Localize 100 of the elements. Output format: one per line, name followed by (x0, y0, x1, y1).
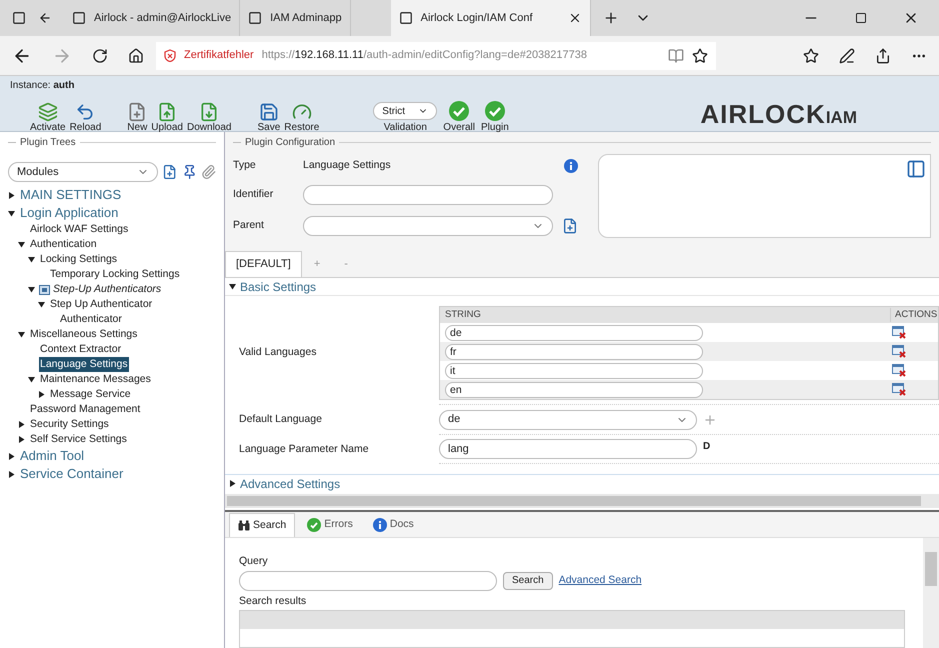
expanded-arrow-icon[interactable] (28, 376, 35, 383)
maximize-icon[interactable] (855, 12, 867, 24)
status-label: Plugin (480, 122, 509, 134)
delete-row-icon[interactable] (892, 364, 906, 377)
tree-item[interactable]: Airlock WAF Settings (29, 222, 130, 237)
tree-item[interactable]: Authenticator (59, 312, 123, 327)
delete-row-icon[interactable] (892, 383, 906, 396)
add-icon[interactable] (562, 218, 578, 234)
tree-item[interactable]: Password Management (29, 402, 142, 417)
tree-item[interactable]: Language Settings (39, 357, 129, 372)
browser-tab[interactable]: Airlock Login/IAM Conf (390, 0, 591, 36)
field-label: Query (239, 554, 269, 569)
language-field[interactable]: it (445, 362, 703, 378)
pen-icon[interactable] (839, 48, 855, 64)
pin-icon[interactable] (182, 164, 197, 180)
expanded-arrow-icon[interactable] (18, 241, 25, 248)
shield-warning-icon (164, 49, 176, 62)
bottom-tab[interactable]: Docs (364, 513, 422, 537)
new-file-icon (127, 102, 148, 122)
expanded-arrow-icon[interactable] (28, 256, 35, 263)
expanded-arrow-icon[interactable] (229, 283, 236, 290)
expanded-arrow-icon[interactable] (18, 331, 25, 338)
language-field[interactable]: fr (445, 344, 703, 360)
language-field[interactable]: de (445, 324, 703, 340)
collapsed-arrow-icon[interactable] (229, 480, 236, 487)
collapsed-arrow-icon[interactable] (8, 192, 15, 198)
panel-title: Plugin Trees (20, 136, 76, 150)
bottom-tab[interactable]: Search (229, 513, 296, 537)
collapsed-arrow-icon[interactable] (8, 470, 15, 478)
toolbar-button[interactable]: Reload (68, 102, 104, 134)
reload-icon (75, 102, 96, 122)
tree-item[interactable]: Self Service Settings (29, 432, 128, 447)
collapsed-arrow-icon[interactable] (8, 452, 15, 460)
info-icon[interactable] (564, 159, 578, 174)
field-label: Valid Languages (239, 345, 318, 360)
tree-item[interactable]: Admin Tool (19, 447, 86, 465)
collapsed-arrow-icon[interactable] (18, 421, 25, 428)
home-icon[interactable] (128, 48, 144, 64)
tree-item[interactable]: MAIN SETTINGS (19, 186, 122, 204)
add-icon[interactable] (162, 164, 178, 180)
tree-item[interactable]: Temporary Locking Settings (49, 267, 181, 282)
binoculars-icon (238, 520, 250, 531)
section-title[interactable]: Advanced Settings (240, 474, 340, 492)
toolbar-button[interactable]: Save (255, 102, 282, 134)
query-field[interactable] (239, 570, 497, 591)
default-marker: D (703, 440, 710, 454)
parameter-field[interactable]: lang (439, 439, 697, 459)
config-tab[interactable]: [DEFAULT] (225, 251, 302, 277)
validation-label: Validation (384, 122, 427, 134)
favorite-star-icon[interactable] (692, 48, 708, 64)
reading-view-icon[interactable] (668, 48, 684, 64)
toolbar-button[interactable]: New (125, 102, 150, 134)
address-bar[interactable]: Zertifikatfehler https://192.168.11.11/auth-admin/editConfig?lang=de#2038217738 (156, 42, 716, 70)
panel-toggle-icon[interactable] (906, 159, 926, 179)
identifier-field[interactable] (303, 184, 553, 205)
status-label: Overall (443, 122, 475, 134)
refresh-icon[interactable] (92, 48, 108, 64)
advanced-search-link[interactable]: Advanced Search (558, 572, 642, 589)
favorites-list-icon[interactable] (803, 48, 819, 64)
tree-item[interactable]: Step-Up Authenticators (52, 282, 162, 297)
url-text: https://192.168.11.11/auth-admin/editConfig?lang=de#2038217738 (262, 48, 588, 64)
validation-select[interactable]: Strict (373, 102, 438, 120)
collapsed-arrow-icon[interactable] (18, 436, 25, 443)
delete-row-icon[interactable] (892, 345, 906, 358)
bottom-tab[interactable]: Errors (299, 513, 361, 537)
vertical-scrollbar[interactable] (923, 538, 939, 648)
tree-item[interactable]: Maintenance Messages (39, 372, 152, 387)
section-title[interactable]: Basic Settings (240, 278, 316, 296)
tree-item[interactable]: Step Up Authenticator (49, 297, 154, 312)
tree-item[interactable]: Message Service (49, 387, 132, 402)
tree-item[interactable]: Authentication (29, 237, 98, 252)
tree-item[interactable]: Locking Settings (39, 252, 118, 267)
tree-item[interactable]: Service Container (19, 465, 124, 483)
toolbar-button[interactable]: Activate (28, 102, 68, 134)
default-language-select[interactable]: de (439, 410, 697, 430)
download-icon (199, 102, 220, 122)
toolbar-button[interactable]: Restore (282, 102, 322, 134)
paperclip-icon[interactable] (200, 164, 216, 180)
expanded-arrow-icon[interactable] (38, 301, 45, 308)
search-button[interactable]: Search (503, 572, 553, 590)
toolbar-button[interactable]: Upload (149, 102, 185, 134)
tree-item[interactable]: Security Settings (29, 417, 110, 432)
tree-item[interactable]: Miscellaneous Settings (29, 327, 138, 342)
expanded-arrow-icon[interactable] (28, 286, 35, 293)
tab-title: IAM Adminapp (270, 10, 342, 26)
share-icon[interactable] (875, 48, 891, 64)
expanded-arrow-icon[interactable] (8, 210, 15, 216)
tree-item[interactable]: Login Application (19, 204, 120, 222)
horizontal-scrollbar[interactable] (225, 494, 939, 508)
layers-icon (38, 102, 58, 122)
tree-item[interactable]: Context Extractor (39, 342, 122, 357)
panel-title: Plugin Configuration (245, 136, 336, 150)
collapsed-arrow-icon[interactable] (38, 391, 45, 398)
modules-select[interactable]: Modules (8, 162, 158, 182)
language-field[interactable]: en (445, 382, 703, 398)
field-label: Search results (239, 594, 308, 609)
toolbar-button[interactable]: Download (185, 102, 234, 134)
column-header: ACTIONS (890, 308, 938, 322)
delete-row-icon[interactable] (892, 326, 906, 339)
new-tab-icon[interactable] (602, 10, 619, 26)
